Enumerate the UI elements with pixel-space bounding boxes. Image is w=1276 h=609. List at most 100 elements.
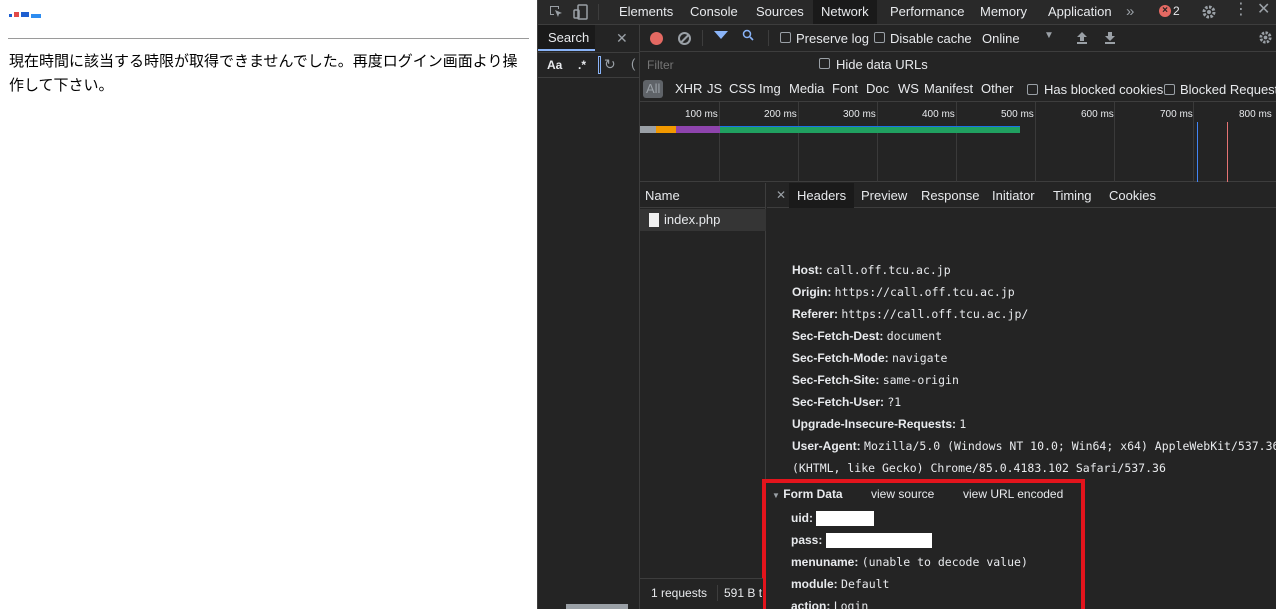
- triangle-down-icon: ▼: [772, 491, 780, 500]
- disable-cache-checkbox[interactable]: [874, 32, 885, 43]
- request-name: index.php: [664, 212, 721, 227]
- timing-bar-ssl: [676, 126, 720, 133]
- form-field-action: action: Login: [791, 599, 869, 609]
- error-count[interactable]: 2: [1173, 4, 1180, 18]
- form-field-pass: pass:: [791, 533, 932, 549]
- tab-application[interactable]: Application: [1040, 0, 1120, 24]
- timing-bar-waiting: [720, 126, 1020, 133]
- type-media[interactable]: Media: [786, 80, 827, 98]
- tick-label: 500 ms: [1001, 109, 1034, 120]
- network-settings-gear-icon[interactable]: [1258, 30, 1273, 45]
- redacted-value: [816, 511, 875, 527]
- tick-label: 400 ms: [922, 109, 955, 120]
- network-status-bar: 1 requests 591 B t: [640, 578, 763, 609]
- record-icon[interactable]: [650, 32, 663, 45]
- type-other[interactable]: Other: [978, 80, 1017, 98]
- tab-network[interactable]: Network: [813, 0, 877, 24]
- tab-elements[interactable]: Elements: [611, 0, 681, 24]
- view-url-encoded-link[interactable]: view URL encoded: [963, 487, 1063, 501]
- chevron-down-icon[interactable]: ▼: [1044, 30, 1054, 41]
- header-row: Referer: https://call.off.tcu.ac.jp/: [792, 307, 1029, 321]
- kebab-menu-icon[interactable]: ⋮: [1233, 2, 1249, 18]
- type-img[interactable]: Img: [756, 80, 784, 98]
- tab-memory[interactable]: Memory: [972, 0, 1035, 24]
- form-data-section[interactable]: ▼ Form Data: [772, 487, 843, 501]
- network-overview-timeline[interactable]: 100 ms 200 ms 300 ms 400 ms 500 ms 600 m…: [640, 102, 1276, 182]
- clear-icon[interactable]: [678, 32, 691, 45]
- form-data-highlight: ▼ Form Data view source view URL encoded…: [762, 479, 1085, 609]
- header-row: Sec-Fetch-Dest: document: [792, 329, 943, 343]
- preserve-log-checkbox[interactable]: [780, 32, 791, 43]
- error-message: 現在時間に該当する時限が取得できませんでした。再度ログイン画面より操作して下さい…: [9, 52, 518, 94]
- tab-timing[interactable]: Timing: [1045, 183, 1100, 208]
- view-source-link[interactable]: view source: [871, 487, 934, 501]
- export-har-icon[interactable]: [1104, 31, 1116, 45]
- tab-performance[interactable]: Performance: [882, 0, 972, 24]
- redacted-value: [825, 533, 932, 549]
- search-options: Aa .* ↻ (: [538, 52, 640, 78]
- header-row: Upgrade-Insecure-Requests: 1: [792, 417, 967, 431]
- type-all[interactable]: All: [643, 80, 664, 98]
- type-js[interactable]: JS: [704, 80, 725, 98]
- search-drawer: Search ✕ Aa .* ↻ (: [538, 25, 640, 609]
- close-search-icon[interactable]: ✕: [616, 30, 628, 47]
- request-row[interactable]: index.php: [640, 209, 766, 231]
- header-row: Sec-Fetch-Site: same-origin: [792, 373, 959, 387]
- filter-row: Hide data URLs: [640, 53, 1276, 76]
- tab-preview[interactable]: Preview: [853, 183, 915, 208]
- name-column-header[interactable]: Name: [640, 183, 766, 208]
- header-row: Sec-Fetch-User: ?1: [792, 395, 902, 409]
- tab-response[interactable]: Response: [913, 183, 988, 208]
- timing-bar-queue: [640, 126, 656, 133]
- tick-label: 700 ms: [1160, 109, 1193, 120]
- devtools-main-toolbar: Elements Console Sources Network Perform…: [538, 0, 1276, 25]
- search-icon[interactable]: [742, 29, 754, 41]
- dom-content-loaded-line: [1197, 122, 1198, 182]
- settings-gear-icon[interactable]: [1201, 4, 1217, 20]
- device-toolbar-icon[interactable]: [573, 4, 589, 20]
- close-devtools-icon[interactable]: ✕: [1257, 2, 1270, 18]
- header-row: Origin: https://call.off.tcu.ac.jp: [792, 285, 1015, 299]
- web-page: 現在時間に該当する時限が取得できませんでした。再度ログイン画面より操作して下さい…: [0, 0, 537, 609]
- tab-headers[interactable]: Headers: [789, 183, 855, 208]
- form-field-uid: uid:: [791, 511, 875, 527]
- refresh-search-icon[interactable]: ↻: [604, 56, 616, 73]
- tick-label: 300 ms: [843, 109, 876, 120]
- type-ws[interactable]: WS: [895, 80, 922, 98]
- tab-search[interactable]: Search: [538, 25, 595, 51]
- tick-label: 200 ms: [764, 109, 797, 120]
- clear-search-icon[interactable]: (: [631, 56, 635, 71]
- network-toolbar: Preserve log Disable cache Online ▼: [640, 25, 1276, 52]
- import-har-icon[interactable]: [1076, 31, 1088, 45]
- form-field-menuname: menuname: (unable to decode value): [791, 555, 1028, 569]
- match-case-button[interactable]: Aa: [547, 58, 562, 72]
- type-font[interactable]: Font: [829, 80, 861, 98]
- tab-cookies[interactable]: Cookies: [1101, 183, 1164, 208]
- tab-initiator[interactable]: Initiator: [984, 183, 1043, 208]
- hide-data-urls-checkbox[interactable]: [819, 58, 830, 69]
- regex-button[interactable]: .*: [578, 58, 586, 72]
- header-row: Host: call.off.tcu.ac.jp: [792, 263, 951, 277]
- error-icon[interactable]: ×: [1159, 5, 1171, 17]
- horizontal-scrollbar[interactable]: [566, 604, 628, 609]
- inspect-element-icon[interactable]: [548, 4, 564, 20]
- throttle-select[interactable]: Online: [982, 31, 1020, 46]
- load-event-line: [1227, 122, 1228, 182]
- tab-sources[interactable]: Sources: [748, 0, 812, 24]
- blocked-requests-checkbox[interactable]: [1164, 84, 1175, 95]
- has-blocked-cookies-checkbox[interactable]: [1027, 84, 1038, 95]
- filter-icon[interactable]: [714, 31, 728, 39]
- filter-input[interactable]: [640, 53, 805, 76]
- type-manifest[interactable]: Manifest: [921, 80, 976, 98]
- document-icon: [649, 213, 659, 227]
- more-tabs-icon[interactable]: »: [1118, 0, 1142, 24]
- search-input[interactable]: [598, 56, 601, 74]
- close-details-icon[interactable]: ✕: [776, 188, 786, 202]
- form-data-title: Form Data: [783, 487, 843, 501]
- hide-data-urls-label: Hide data URLs: [836, 57, 928, 72]
- tab-console[interactable]: Console: [682, 0, 746, 24]
- type-doc[interactable]: Doc: [863, 80, 892, 98]
- tick-label: 600 ms: [1081, 109, 1114, 120]
- type-xhr[interactable]: XHR: [672, 80, 705, 98]
- type-css[interactable]: CSS: [726, 80, 759, 98]
